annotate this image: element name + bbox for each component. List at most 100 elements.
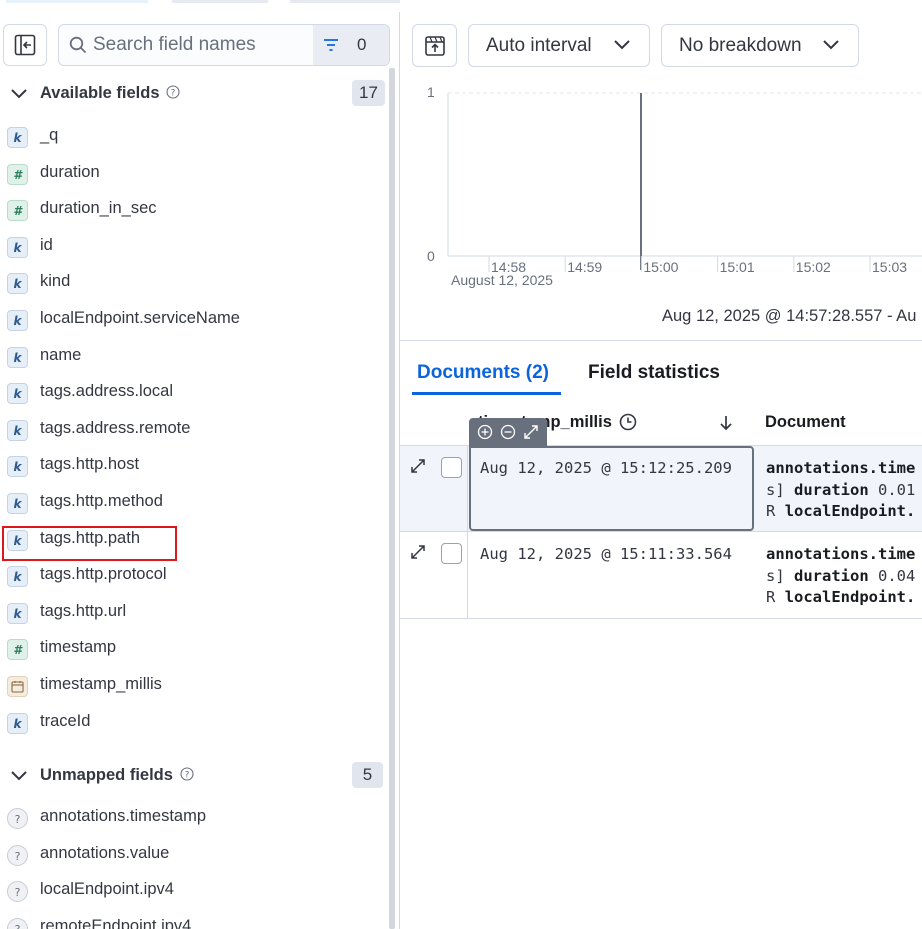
unknown-type-icon: ? [7, 844, 28, 866]
expand-cell-icon[interactable] [523, 424, 539, 440]
x-tick-label: 15:00 [643, 259, 678, 275]
chevron-down-icon [823, 40, 839, 50]
chart-divider[interactable] [400, 340, 922, 341]
chevron-down-icon [11, 89, 27, 99]
unknown-type-icon: ? [7, 808, 28, 829]
available-fields-title: Available fields [40, 84, 160, 102]
x-tick-label: 15:02 [796, 259, 831, 275]
search-icon [69, 36, 87, 54]
doc-field-value: 0.01 [878, 480, 916, 499]
doc-field-key: annotations.time [766, 545, 916, 563]
field-list-item[interactable]: k localEndpoint.serviceName [0, 307, 388, 337]
field-list-item[interactable]: k id [0, 234, 388, 264]
field-name: localEndpoint.ipv4 [40, 880, 174, 899]
field-list-item[interactable]: ? annotations.value [0, 842, 388, 872]
field-type-filter-button[interactable]: 0 [313, 25, 389, 65]
y-tick-label: 0 [427, 248, 435, 264]
tab-field-statistics[interactable]: Field statistics [588, 362, 720, 384]
breakdown-label: No breakdown [679, 35, 802, 56]
field-name: timestamp_millis [40, 675, 162, 693]
field-list-item[interactable]: # duration_in_sec [0, 197, 388, 227]
doc-text: R [766, 588, 776, 606]
unknown-type-icon: ? [7, 881, 28, 903]
keyword-type-icon: k [7, 602, 28, 624]
table-row[interactable]: Aug 12, 2025 @ 15:11:33.564 annotations.… [400, 532, 922, 619]
keyword-type-icon: k [7, 236, 28, 258]
breakdown-selector[interactable]: No breakdown [661, 24, 859, 67]
help-icon[interactable]: ? [180, 767, 194, 781]
histogram-chart[interactable]: 1 0 14:58 14:59 15:00 15:01 15:02 15:03 Augus… [400, 80, 922, 290]
field-name: kind [40, 272, 71, 291]
tab-documents[interactable]: Documents (2) [417, 362, 549, 384]
field-name: annotations.timestamp [40, 807, 207, 825]
field-list-item[interactable]: k name [0, 344, 388, 374]
time-range-text: Aug 12, 2025 @ 14:57:28.557 - Au [662, 307, 917, 325]
keyword-type-icon: k [7, 712, 28, 734]
row-select-checkbox[interactable] [441, 543, 462, 564]
field-list-item[interactable]: ? annotations.timestamp [0, 805, 388, 835]
field-name: remoteEndpoint.ipv4 [40, 916, 192, 929]
keyword-type-icon: k [7, 127, 28, 148]
y-tick-label: 1 [427, 84, 435, 100]
keyword-type-icon: k [7, 273, 28, 295]
keyword-type-icon: k [7, 419, 28, 441]
filter-count: 0 [357, 35, 367, 54]
field-list-item[interactable]: k tags.address.local [0, 380, 388, 410]
column-header-document[interactable]: Document [765, 413, 846, 432]
field-list-item[interactable]: k tags.http.protocol [0, 563, 388, 593]
chart-toggle-icon [425, 36, 445, 56]
keyword-type-icon: k [7, 493, 28, 514]
field-list-item[interactable]: timestamp_millis [0, 673, 388, 703]
field-list-item[interactable]: k kind [0, 270, 388, 300]
field-name: tags.http.url [40, 601, 127, 620]
row-document[interactable]: annotations.time s] duration 0.01 R loca… [766, 458, 915, 523]
clock-icon [619, 413, 637, 431]
field-list-item[interactable]: k tags.address.remote [0, 417, 388, 447]
doc-field-key: localEndpoint. [784, 502, 916, 520]
unmapped-fields-title: Unmapped fields [40, 766, 173, 784]
expand-icon[interactable] [410, 458, 426, 474]
svg-text:?: ? [171, 89, 176, 99]
field-search: 0 [58, 24, 390, 66]
field-list-item[interactable]: k tags.http.method [0, 490, 388, 520]
help-icon[interactable]: ? [166, 85, 180, 99]
field-name: name [40, 345, 82, 364]
doc-field-key: duration [794, 480, 869, 499]
field-list-sidebar: 0 Available fields ? 17 k _q # duration # dur… [0, 0, 400, 929]
svg-text:?: ? [185, 771, 190, 781]
field-list-item[interactable]: ? remoteEndpoint.ipv4 [0, 915, 388, 929]
unmapped-fields-header[interactable]: Unmapped fields ? 5 [0, 762, 390, 792]
column-divider [467, 532, 468, 618]
keyword-type-icon: k [7, 456, 28, 478]
doc-text: s] [766, 480, 785, 499]
row-select-checkbox[interactable] [441, 457, 462, 478]
doc-field-key: duration [794, 566, 869, 585]
collapse-sidebar-button[interactable] [3, 24, 47, 66]
row-timestamp[interactable]: Aug 12, 2025 @ 15:11:33.564 [480, 545, 732, 563]
field-list-item[interactable]: ? localEndpoint.ipv4 [0, 878, 388, 908]
field-name: tags.http.protocol [40, 565, 167, 584]
sidebar-scrollbar[interactable] [389, 68, 395, 929]
sort-descending-icon[interactable] [718, 414, 734, 432]
interval-selector[interactable]: Auto interval [468, 24, 650, 67]
filter-icon [324, 39, 338, 51]
doc-field-key: annotations.time [766, 459, 916, 477]
filter-for-icon[interactable] [477, 424, 493, 440]
field-list-item[interactable]: k tags.http.url [0, 600, 388, 630]
available-fields-header[interactable]: Available fields ? 17 [0, 80, 390, 110]
row-document[interactable]: annotations.time s] duration 0.04 R loca… [766, 544, 915, 609]
field-list-item[interactable]: # timestamp [0, 636, 388, 666]
field-list-item[interactable]: k tags.http.host [0, 453, 388, 483]
toggle-chart-button[interactable] [412, 24, 457, 67]
doc-field-key: localEndpoint. [784, 588, 916, 606]
field-list-item[interactable]: k traceId [0, 710, 388, 740]
filter-out-icon[interactable] [500, 424, 516, 440]
doc-text: s] [766, 566, 785, 585]
number-type-icon: # [7, 200, 28, 222]
x-tick-label: 15:03 [872, 259, 907, 275]
field-list-item[interactable]: # duration [0, 161, 388, 191]
expand-icon[interactable] [410, 544, 426, 560]
search-field-names-input[interactable] [93, 25, 311, 65]
field-name: annotations.value [40, 843, 170, 862]
field-list-item[interactable]: k _q [0, 124, 388, 154]
